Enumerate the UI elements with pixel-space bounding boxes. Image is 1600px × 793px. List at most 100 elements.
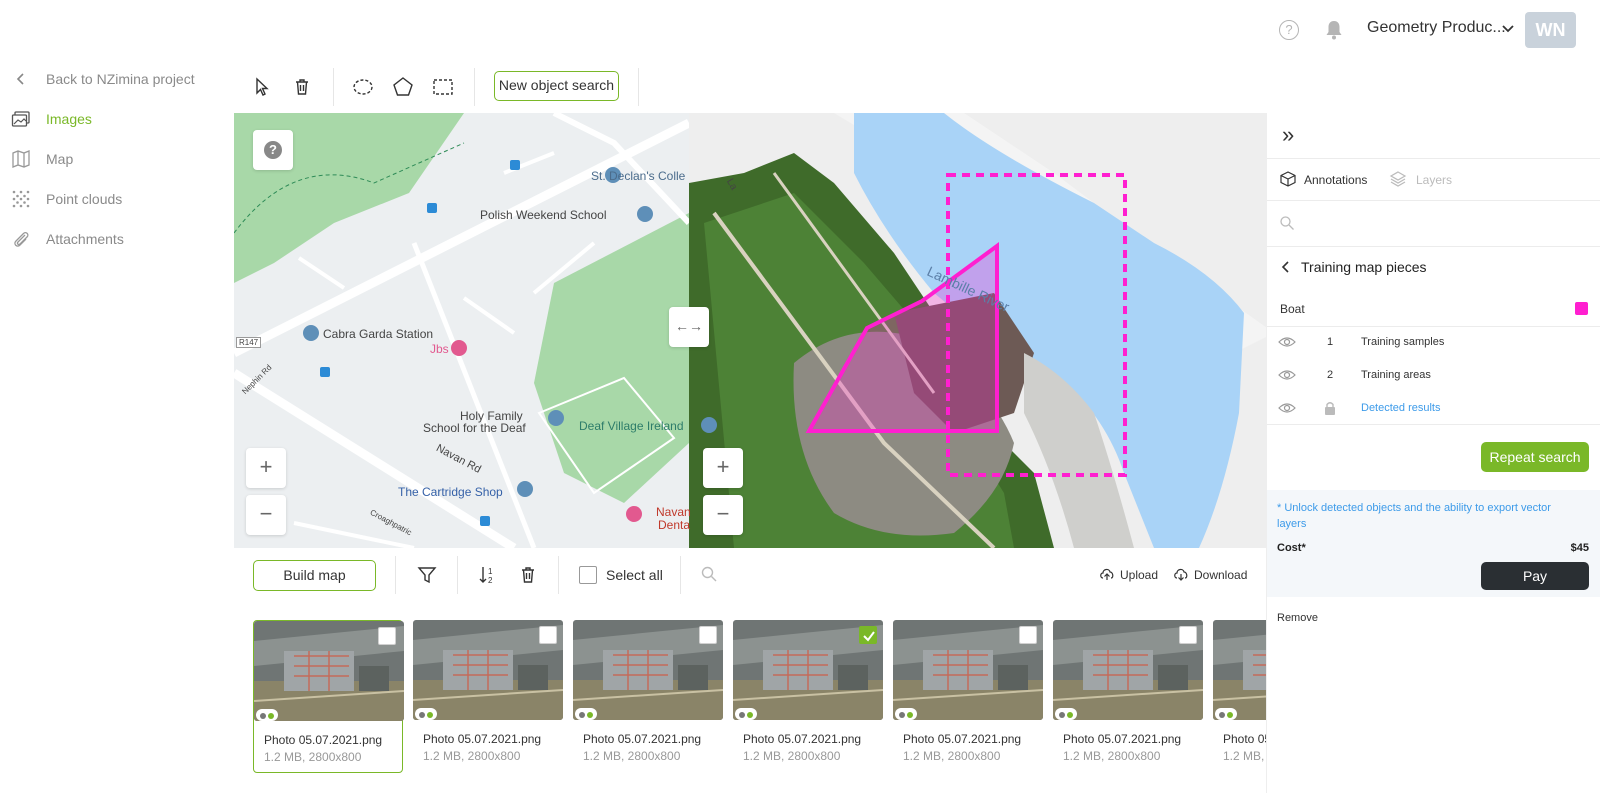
class-color-swatch[interactable] <box>1575 302 1588 315</box>
photo-meta: 1.2 MB, 2800x800 <box>264 750 362 764</box>
annotations-search-input[interactable] <box>1301 211 1591 235</box>
photo-checkbox[interactable] <box>1179 626 1197 644</box>
tab-annotations[interactable]: Annotations <box>1304 173 1367 187</box>
photo-checkbox[interactable] <box>859 626 877 644</box>
status-dots <box>256 709 278 721</box>
layer-row[interactable]: 1 Training samples <box>1267 326 1600 359</box>
build-map-button[interactable]: Build map <box>253 560 376 591</box>
polygon-icon[interactable] <box>392 76 414 98</box>
toolbar-divider <box>457 556 458 594</box>
new-object-search-button[interactable]: New object search <box>494 71 619 101</box>
rectangle-icon[interactable] <box>432 76 454 98</box>
photo-meta: 1.2 MB, 2800x800 <box>1063 749 1161 763</box>
trash-icon[interactable] <box>517 564 539 586</box>
photo-name: Photo 05.07.2021.png <box>743 732 862 746</box>
bell-icon[interactable] <box>1324 19 1344 41</box>
map-label: Cabra Garda Station <box>323 327 434 341</box>
divider <box>1267 200 1600 201</box>
select-all-label[interactable]: Select all <box>606 567 663 583</box>
status-dots <box>735 708 757 720</box>
photo-name: Photo 05.07.2021.png <box>1063 732 1182 746</box>
zoom-out-left-button[interactable]: − <box>246 495 286 535</box>
sidebar-item-label: Point clouds <box>46 191 123 207</box>
status-dots <box>1055 708 1077 720</box>
map-label: The Cartridge Shop <box>398 485 503 499</box>
check-icon <box>863 631 875 642</box>
download-button[interactable]: Download <box>1194 568 1247 582</box>
help-icon: ? <box>264 141 282 160</box>
help-icon[interactable]: ? <box>1279 20 1299 40</box>
repeat-search-button[interactable]: Repeat search <box>1481 442 1589 472</box>
photo-meta: 1.2 MB, 2800x800 <box>1223 749 1266 763</box>
cost-label: Cost* <box>1277 542 1306 554</box>
photo-checkbox[interactable] <box>539 626 557 644</box>
photo-card[interactable]: Photo 05.07.2021.png 1.2 MB, 2800x800 <box>413 620 563 773</box>
eye-icon[interactable] <box>1278 335 1296 349</box>
layer-row[interactable]: 2 Training areas <box>1267 359 1600 392</box>
cube-icon <box>1280 171 1296 187</box>
search-icon[interactable] <box>700 565 718 583</box>
photo-name: Photo 05.07.2021.png <box>583 732 702 746</box>
photo-card[interactable]: Photo 05.07.2021.png 1.2 MB, 2800x800 <box>1053 620 1203 773</box>
eye-icon[interactable] <box>1278 368 1296 382</box>
download-icon[interactable] <box>1173 566 1189 582</box>
photo-meta: 1.2 MB, 2800x800 <box>583 749 681 763</box>
sidebar-item-attachments[interactable]: Attachments <box>0 224 230 254</box>
sidebar-item-map[interactable]: Map <box>0 144 230 174</box>
avatar[interactable]: WN <box>1525 12 1576 48</box>
toolbar-divider <box>638 68 639 106</box>
map-help-button[interactable]: ? <box>253 130 293 170</box>
sidebar-item-images[interactable]: Images <box>0 104 230 134</box>
photo-gallery: Photo 05.07.2021.png 1.2 MB, 2800x800 Phot… <box>253 620 1266 793</box>
photo-checkbox[interactable] <box>699 626 717 644</box>
eye-icon[interactable] <box>1278 401 1296 415</box>
photo-checkbox[interactable] <box>1019 626 1037 644</box>
upload-button[interactable]: Upload <box>1120 568 1158 582</box>
zoom-in-left-button[interactable]: + <box>246 448 286 488</box>
photo-card[interactable]: Photo 05.07.2021.png 1.2 MB, 2800x800 <box>253 620 404 773</box>
map-viewport[interactable]: St. Declan's Colle Polish Weekend School… <box>234 113 1266 548</box>
chevron-down-icon[interactable] <box>1501 22 1515 36</box>
layer-row[interactable]: Detected results <box>1267 392 1600 425</box>
zoom-in-right-button[interactable]: + <box>703 448 743 488</box>
tab-layers[interactable]: Layers <box>1416 173 1452 187</box>
collapse-panel-icon[interactable]: » <box>1282 122 1294 148</box>
status-dots <box>415 708 437 720</box>
trash-icon[interactable] <box>291 76 313 98</box>
ellipse-icon[interactable] <box>352 76 374 98</box>
map-label: Navan <box>656 505 691 519</box>
photo-card[interactable]: Photo 05.07.2021.png 1.2 MB, 2800x800 <box>573 620 723 773</box>
sidebar-item-point-clouds[interactable]: Point clouds <box>0 184 230 214</box>
toolbar-divider <box>558 556 559 594</box>
photo-meta: 1.2 MB, 2800x800 <box>743 749 841 763</box>
back-to-project-link[interactable]: Back to NZimina project <box>0 64 230 94</box>
photo-card[interactable]: Photo 05.07.2021.png 1.2 MB, 2800x800 <box>1213 620 1266 773</box>
map-label: Jbs <box>430 342 449 356</box>
chevron-left-icon[interactable] <box>1279 260 1293 274</box>
search-icon <box>1280 216 1294 230</box>
photo-meta: 1.2 MB, 2800x800 <box>903 749 1001 763</box>
filter-icon[interactable] <box>416 564 438 586</box>
compare-slider-handle[interactable]: ←→ <box>669 307 709 347</box>
drawing-toolbar: New object search <box>234 60 1234 113</box>
top-header: ? Geometry Produc... WN <box>0 0 1600 60</box>
svg-text:1: 1 <box>488 567 493 576</box>
upload-icon[interactable] <box>1099 566 1115 582</box>
select-all-checkbox[interactable] <box>579 566 597 584</box>
map-label: R147 <box>236 337 262 348</box>
zoom-out-right-button[interactable]: − <box>703 495 743 535</box>
photo-card[interactable]: Photo 05.07.2021.png 1.2 MB, 2800x800 <box>893 620 1043 773</box>
remove-link[interactable]: Remove <box>1277 612 1318 624</box>
svg-text:2: 2 <box>488 576 493 585</box>
right-panel: » Annotations Layers Training map pieces… <box>1266 113 1600 793</box>
pay-button[interactable]: Pay <box>1481 562 1589 590</box>
sort-icon[interactable]: 1 2 <box>477 564 499 586</box>
status-dots <box>895 708 917 720</box>
status-dots <box>1215 708 1237 720</box>
project-selector[interactable]: Geometry Produc... <box>1367 19 1506 37</box>
cursor-icon[interactable] <box>251 76 273 98</box>
photo-name: Photo 05.07.2021.png <box>903 732 1022 746</box>
photo-checkbox[interactable] <box>378 627 396 645</box>
photo-card[interactable]: Photo 05.07.2021.png 1.2 MB, 2800x800 <box>733 620 883 773</box>
photo-thumbnail[interactable] <box>1213 620 1266 720</box>
